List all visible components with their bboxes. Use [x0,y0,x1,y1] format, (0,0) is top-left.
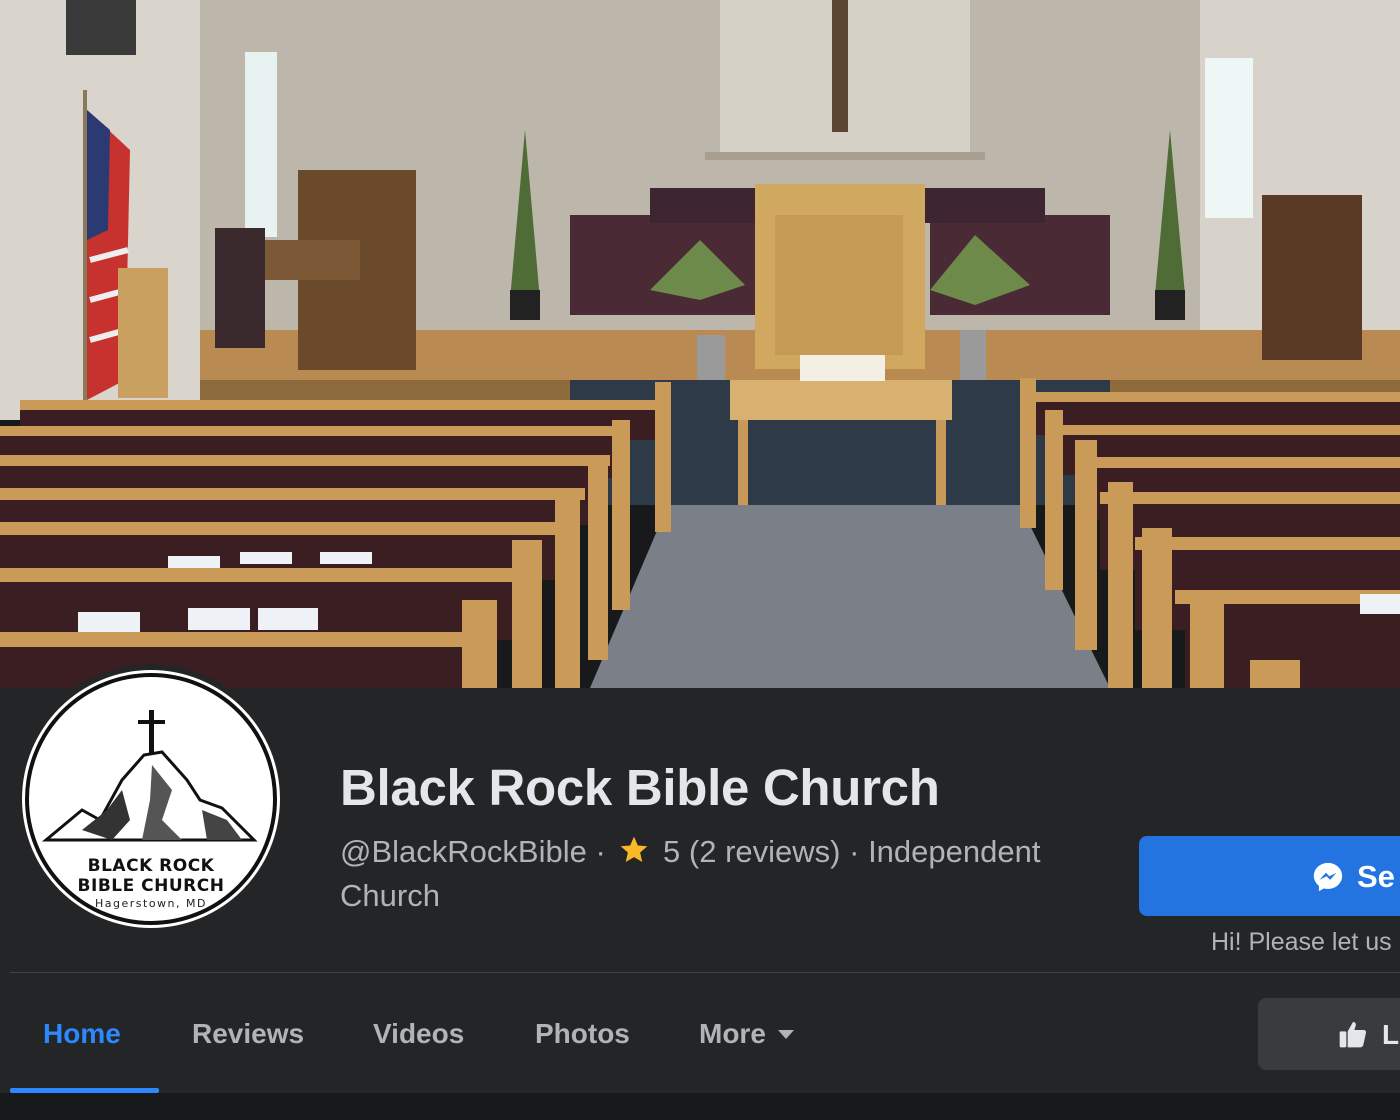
tab-home[interactable]: Home [43,1018,121,1050]
like-button[interactable]: L [1258,998,1400,1070]
messenger-icon [1311,860,1345,902]
send-message-label: Se [1357,859,1395,894]
send-message-note: Hi! Please let us [1211,928,1392,956]
header-divider [10,972,1400,973]
logo-text-line1: BLACK ROCK [87,856,215,876]
tab-more[interactable]: More [699,1018,794,1050]
tab-photos[interactable]: Photos [535,1018,630,1050]
meta-separator: · [849,834,869,869]
logo-text-location: Hagerstown, MD [95,897,207,910]
tab-reviews[interactable]: Reviews [192,1018,304,1050]
reviews-count[interactable]: (2 reviews) [689,834,841,869]
caret-down-icon [777,1030,794,1039]
send-message-button[interactable]: Se [1139,836,1400,916]
tab-videos[interactable]: Videos [373,1018,464,1050]
active-tab-indicator [10,1088,159,1093]
tab-more-label: More [699,1018,766,1049]
thumbs-up-icon [1336,1018,1370,1055]
logo-text-line2: BIBLE CHURCH [77,876,225,896]
page-handle[interactable]: @BlackRockBible [340,834,587,869]
page-meta: @BlackRockBible · 5 (2 reviews) · Indepe… [340,832,1110,916]
like-label: L [1382,1019,1400,1050]
cover-photo[interactable] [0,0,1400,688]
profile-picture[interactable]: BLACK ROCK BIBLE CHURCH Hagerstown, MD [16,664,286,934]
rating-value: 5 [663,834,681,869]
page-background [0,1093,1400,1120]
page-title: Black Rock Bible Church [340,759,940,816]
church-logo: BLACK ROCK BIBLE CHURCH Hagerstown, MD [22,670,280,928]
meta-separator: · [595,834,615,869]
star-icon [618,834,650,876]
